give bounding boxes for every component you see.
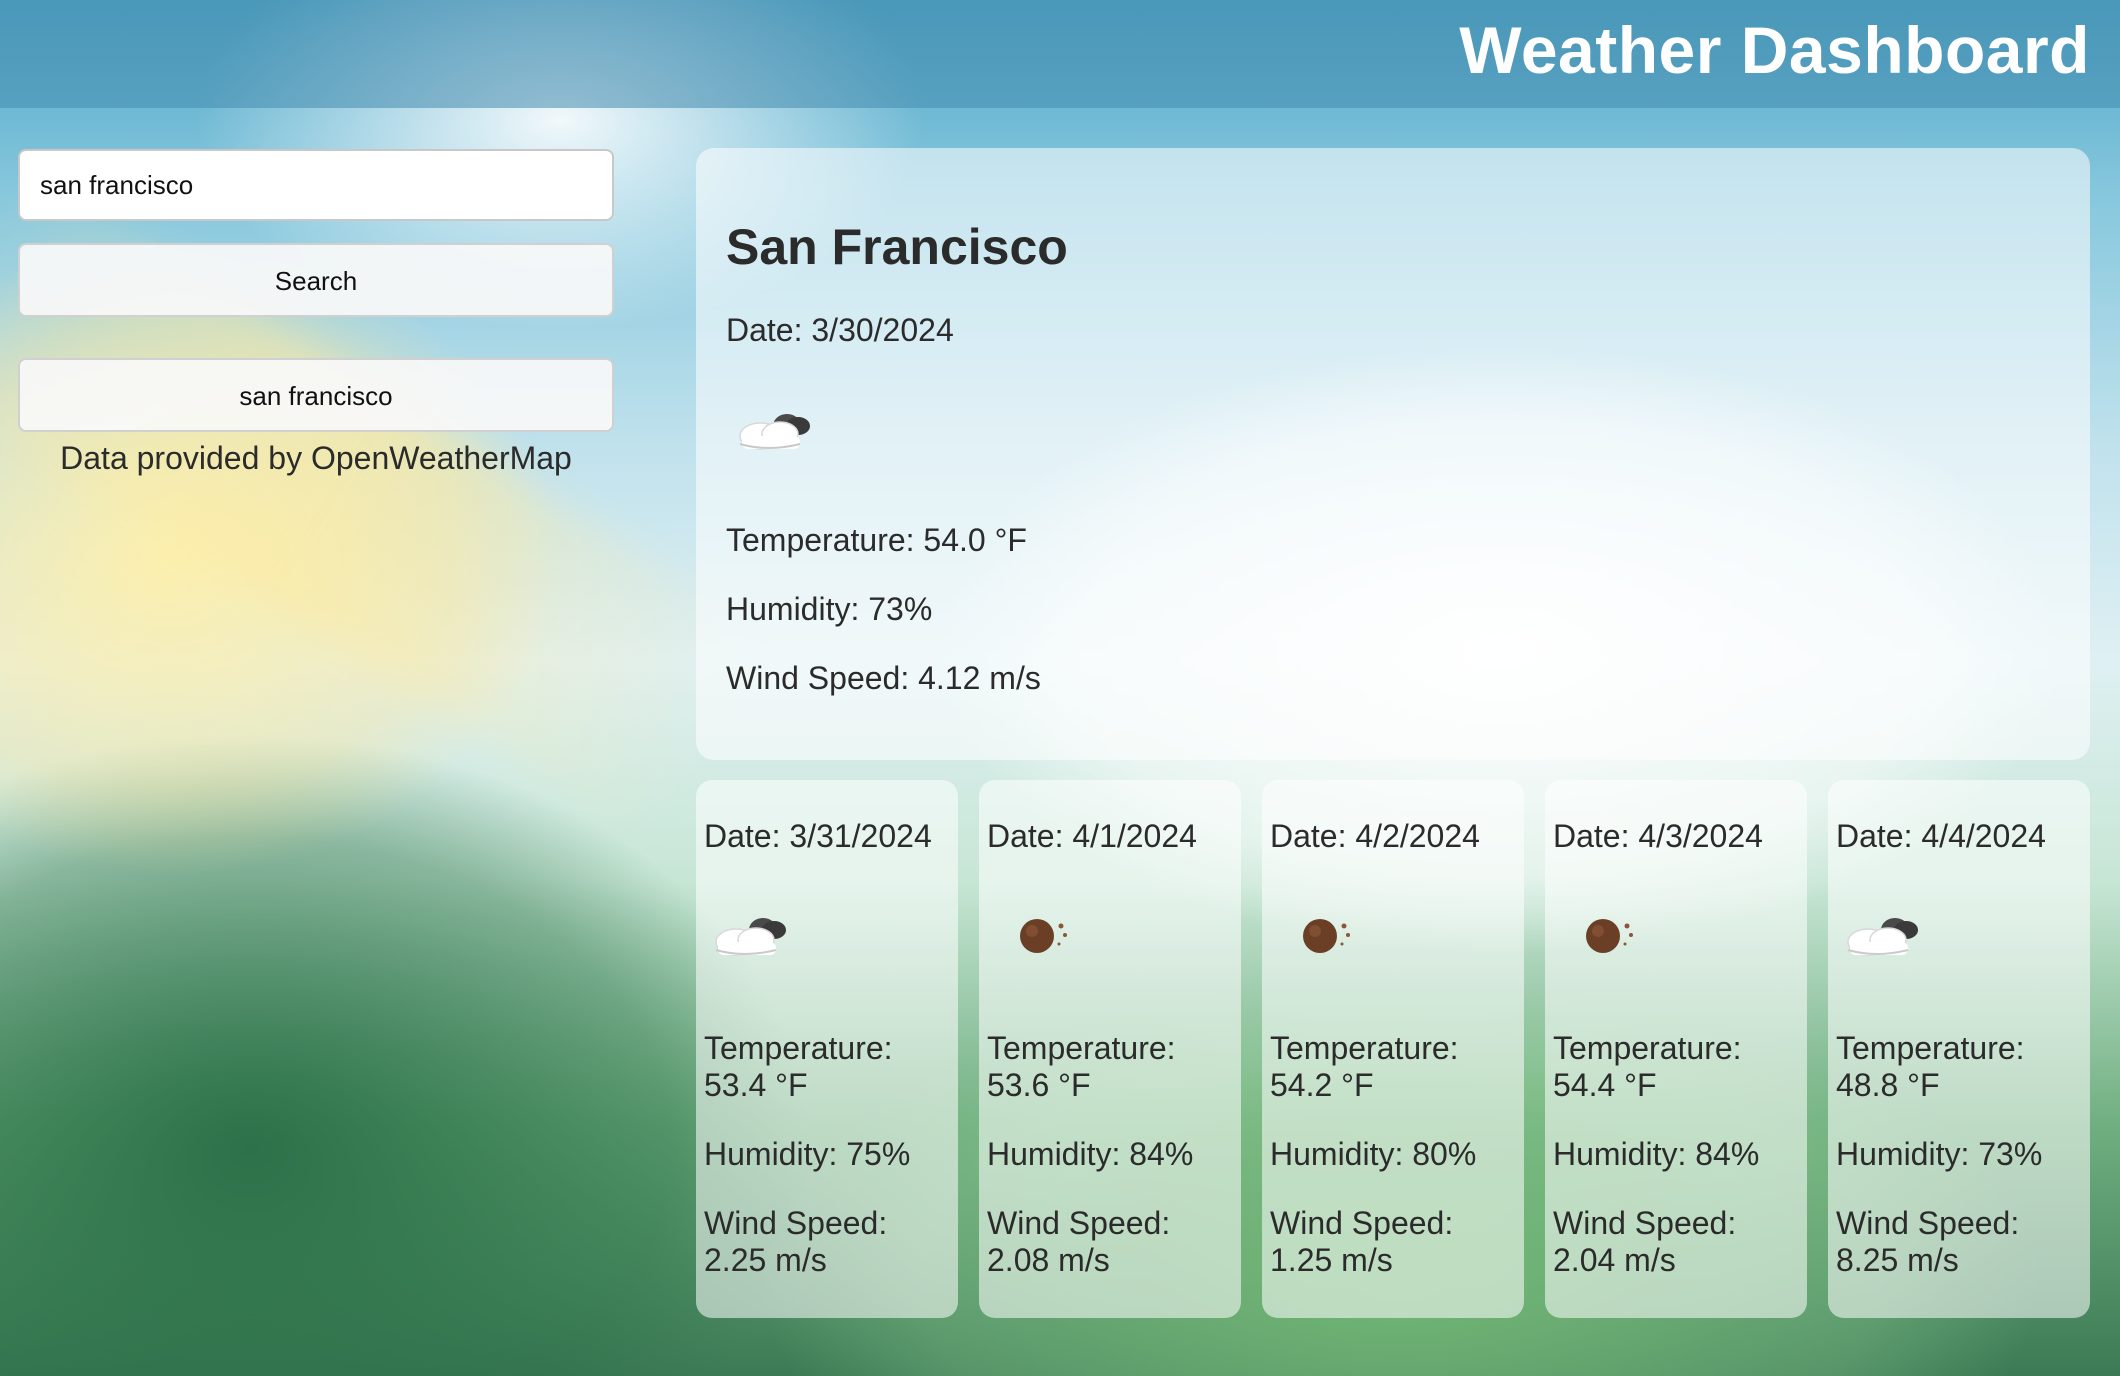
forecast-card: Date: 4/1/2024 Temperature: 53.6 °F Humi… — [979, 780, 1241, 1318]
page-header: Weather Dashboard — [0, 0, 2120, 108]
forecast-card: Date: 3/31/2024 Temperature: 53.4 °F Hum… — [696, 780, 958, 1318]
search-button[interactable]: Search — [18, 243, 614, 317]
search-input[interactable] — [18, 149, 614, 221]
forecast-temperature-label: Temperature: — [987, 1030, 1176, 1066]
forecast-temperature-label: Temperature: — [1270, 1030, 1459, 1066]
current-weather-card: San Francisco Date: 3/30/2024 Temperatur… — [696, 148, 2090, 760]
forecast-temperature: 53.4 °F — [704, 1067, 808, 1103]
forecast-temperature-label: Temperature: — [704, 1030, 893, 1066]
forecast-wind-speed: 1.25 m/s — [1270, 1242, 1393, 1278]
forecast-temperature: 54.4 °F — [1553, 1067, 1657, 1103]
forecast-card: Date: 4/3/2024 Temperature: 54.4 °F Humi… — [1545, 780, 1807, 1318]
forecast-card: Date: 4/4/2024 Temperature: 48.8 °F Humi… — [1828, 780, 2090, 1318]
page-title: Weather Dashboard — [1459, 13, 2090, 87]
forecast-date: Date: 3/31/2024 — [704, 818, 932, 854]
forecast-card: Date: 4/2/2024 Temperature: 54.2 °F Humi… — [1262, 780, 1524, 1318]
forecast-date: Date: 4/3/2024 — [1553, 818, 1763, 854]
forecast-wind-speed: 2.04 m/s — [1553, 1242, 1676, 1278]
forecast-date: Date: 4/1/2024 — [987, 818, 1197, 854]
forecast-wind-label: Wind Speed: — [1270, 1205, 1454, 1241]
data-credit: Data provided by OpenWeatherMap — [60, 440, 572, 476]
forecast-wind-speed: 2.08 m/s — [987, 1242, 1110, 1278]
forecast-temperature-label: Temperature: — [1836, 1030, 2025, 1066]
forecast-humidity: Humidity: 73% — [1836, 1136, 2043, 1172]
cloudy-night-icon — [1847, 918, 1918, 956]
forecast-wind-label: Wind Speed: — [987, 1205, 1171, 1241]
forecast-wind-label: Wind Speed: — [704, 1205, 888, 1241]
cloudy-night-icon — [739, 414, 810, 450]
forecast-temperature-label: Temperature: — [1553, 1030, 1742, 1066]
history-item-button[interactable]: san francisco — [18, 358, 614, 432]
forecast-wind-label: Wind Speed: — [1553, 1205, 1737, 1241]
current-temperature: Temperature: 54.0 °F — [726, 522, 1027, 558]
forecast-temperature: 54.2 °F — [1270, 1067, 1374, 1103]
forecast-humidity: Humidity: 84% — [987, 1136, 1194, 1172]
current-date: Date: 3/30/2024 — [726, 312, 954, 348]
clear-night-icon — [1020, 919, 1067, 953]
forecast-wind-speed: 8.25 m/s — [1836, 1242, 1959, 1278]
city-name: San Francisco — [726, 219, 1068, 275]
forecast-humidity: Humidity: 84% — [1553, 1136, 1760, 1172]
forecast-humidity: Humidity: 80% — [1270, 1136, 1477, 1172]
current-wind-speed: Wind Speed: 4.12 m/s — [726, 660, 1041, 696]
forecast-temperature: 48.8 °F — [1836, 1067, 1940, 1103]
cloudy-night-icon — [715, 918, 786, 956]
current-humidity: Humidity: 73% — [726, 591, 933, 627]
clear-night-icon — [1303, 919, 1350, 953]
forecast-date: Date: 4/2/2024 — [1270, 818, 1480, 854]
forecast-wind-speed: 2.25 m/s — [704, 1242, 827, 1278]
forecast-humidity: Humidity: 75% — [704, 1136, 911, 1172]
clear-night-icon — [1586, 919, 1633, 953]
forecast-temperature: 53.6 °F — [987, 1067, 1091, 1103]
forecast-wind-label: Wind Speed: — [1836, 1205, 2020, 1241]
forecast-date: Date: 4/4/2024 — [1836, 818, 2046, 854]
